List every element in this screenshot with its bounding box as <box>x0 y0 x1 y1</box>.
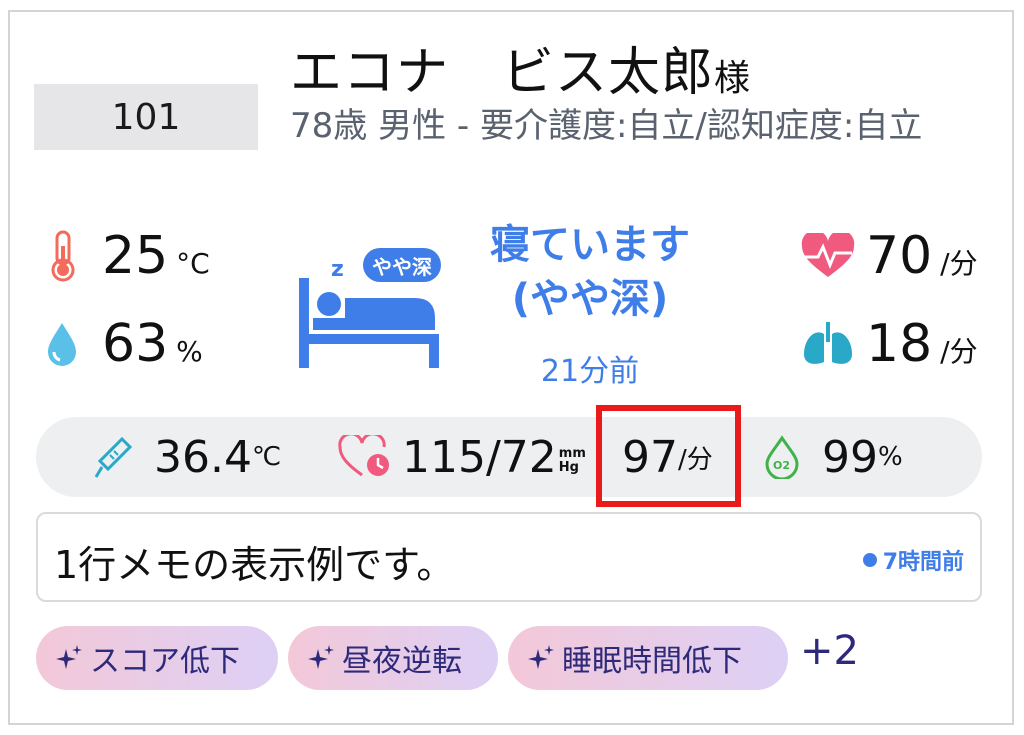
sparkle-icon <box>56 645 82 669</box>
tag-sleep-time-drop[interactable]: 睡眠時間低下 <box>508 626 788 690</box>
water-drop-icon <box>48 323 76 366</box>
blood-pressure-unit-top: mm <box>558 446 586 461</box>
oxygen-drop-icon: O2 <box>765 435 799 479</box>
tag-score-drop[interactable]: スコア低下 <box>36 626 278 690</box>
resident-name: エコナ ビス太郎様 <box>290 30 751 105</box>
body-temperature-unit: ℃ <box>251 442 282 472</box>
resident-name-text: エコナ ビス太郎 <box>290 43 715 103</box>
heart-rate-value: 70 <box>866 226 933 286</box>
more-tags-count[interactable]: +2 <box>800 628 859 674</box>
memo-timestamp: 7時間前 <box>862 544 964 576</box>
room-number: 101 <box>34 84 258 150</box>
room-humidity-unit: % <box>176 335 203 368</box>
tag-label: スコア低下 <box>90 644 240 679</box>
thermometer-icon <box>51 230 75 282</box>
tag-label: 昼夜逆転 <box>342 644 462 679</box>
body-temperature-value: 36.4 <box>154 431 252 483</box>
heart-clock-icon <box>338 435 389 477</box>
oxygen-saturation-unit: % <box>878 442 903 472</box>
pulse-highlight-box <box>596 405 741 507</box>
thermometer-icon <box>94 436 133 478</box>
tag-label: 睡眠時間低下 <box>562 644 742 679</box>
svg-text:z: z <box>331 257 344 282</box>
oxygen-saturation-value: 99 <box>822 431 878 483</box>
sparkle-icon <box>528 645 554 669</box>
room-humidity-value: 63 <box>102 314 169 374</box>
sparkle-icon <box>308 645 334 669</box>
tag-day-night-reversal[interactable]: 昼夜逆転 <box>288 626 498 690</box>
room-humidity: 63 % <box>44 314 203 374</box>
respiration-rate: 18 /分 <box>800 314 978 374</box>
memo-timestamp-text: 7時間前 <box>882 550 964 575</box>
blood-pressure-unit: mm Hg <box>559 447 586 475</box>
sleep-status-line2: (やや深) <box>511 276 669 322</box>
sleep-depth-badge: やや深 <box>363 248 441 282</box>
memo-text: 1行メモの表示例です。 <box>54 543 455 587</box>
sleep-status-text: 寝ています (やや深) <box>445 218 735 326</box>
memo-box[interactable]: 1行メモの表示例です。 7時間前 <box>36 512 982 602</box>
heart-rate-unit: /分 <box>940 247 978 280</box>
blood-pressure-unit-bottom: Hg <box>558 460 579 475</box>
memo-dot-icon <box>862 553 877 567</box>
sleep-status-ago: 21分前 <box>540 354 640 389</box>
room-temperature: 25 °C <box>48 226 210 286</box>
respiration-rate-unit: /分 <box>940 335 978 368</box>
heart-pulse-icon <box>801 233 855 277</box>
blood-pressure: 115/72 mm Hg <box>338 417 586 497</box>
heart-rate: 70 /分 <box>800 226 978 286</box>
body-temperature: 36.4 ℃ <box>94 417 281 497</box>
sleep-status-line1: 寝ています <box>490 222 690 268</box>
oxygen-saturation: O2 99 % <box>762 417 903 497</box>
respiration-rate-value: 18 <box>866 314 933 374</box>
sleep-status: z やや深 寝ています (やや深) 21分前 <box>295 218 735 389</box>
room-temperature-value: 25 <box>102 226 169 286</box>
lungs-icon <box>804 322 852 364</box>
honorific: 様 <box>714 58 752 99</box>
svg-text:O2: O2 <box>773 459 790 472</box>
blood-pressure-value: 115/72 <box>402 431 557 483</box>
room-temperature-unit: °C <box>176 247 210 280</box>
resident-details: 78歳 男性 - 要介護度:自立/認知症度:自立 <box>290 106 923 146</box>
